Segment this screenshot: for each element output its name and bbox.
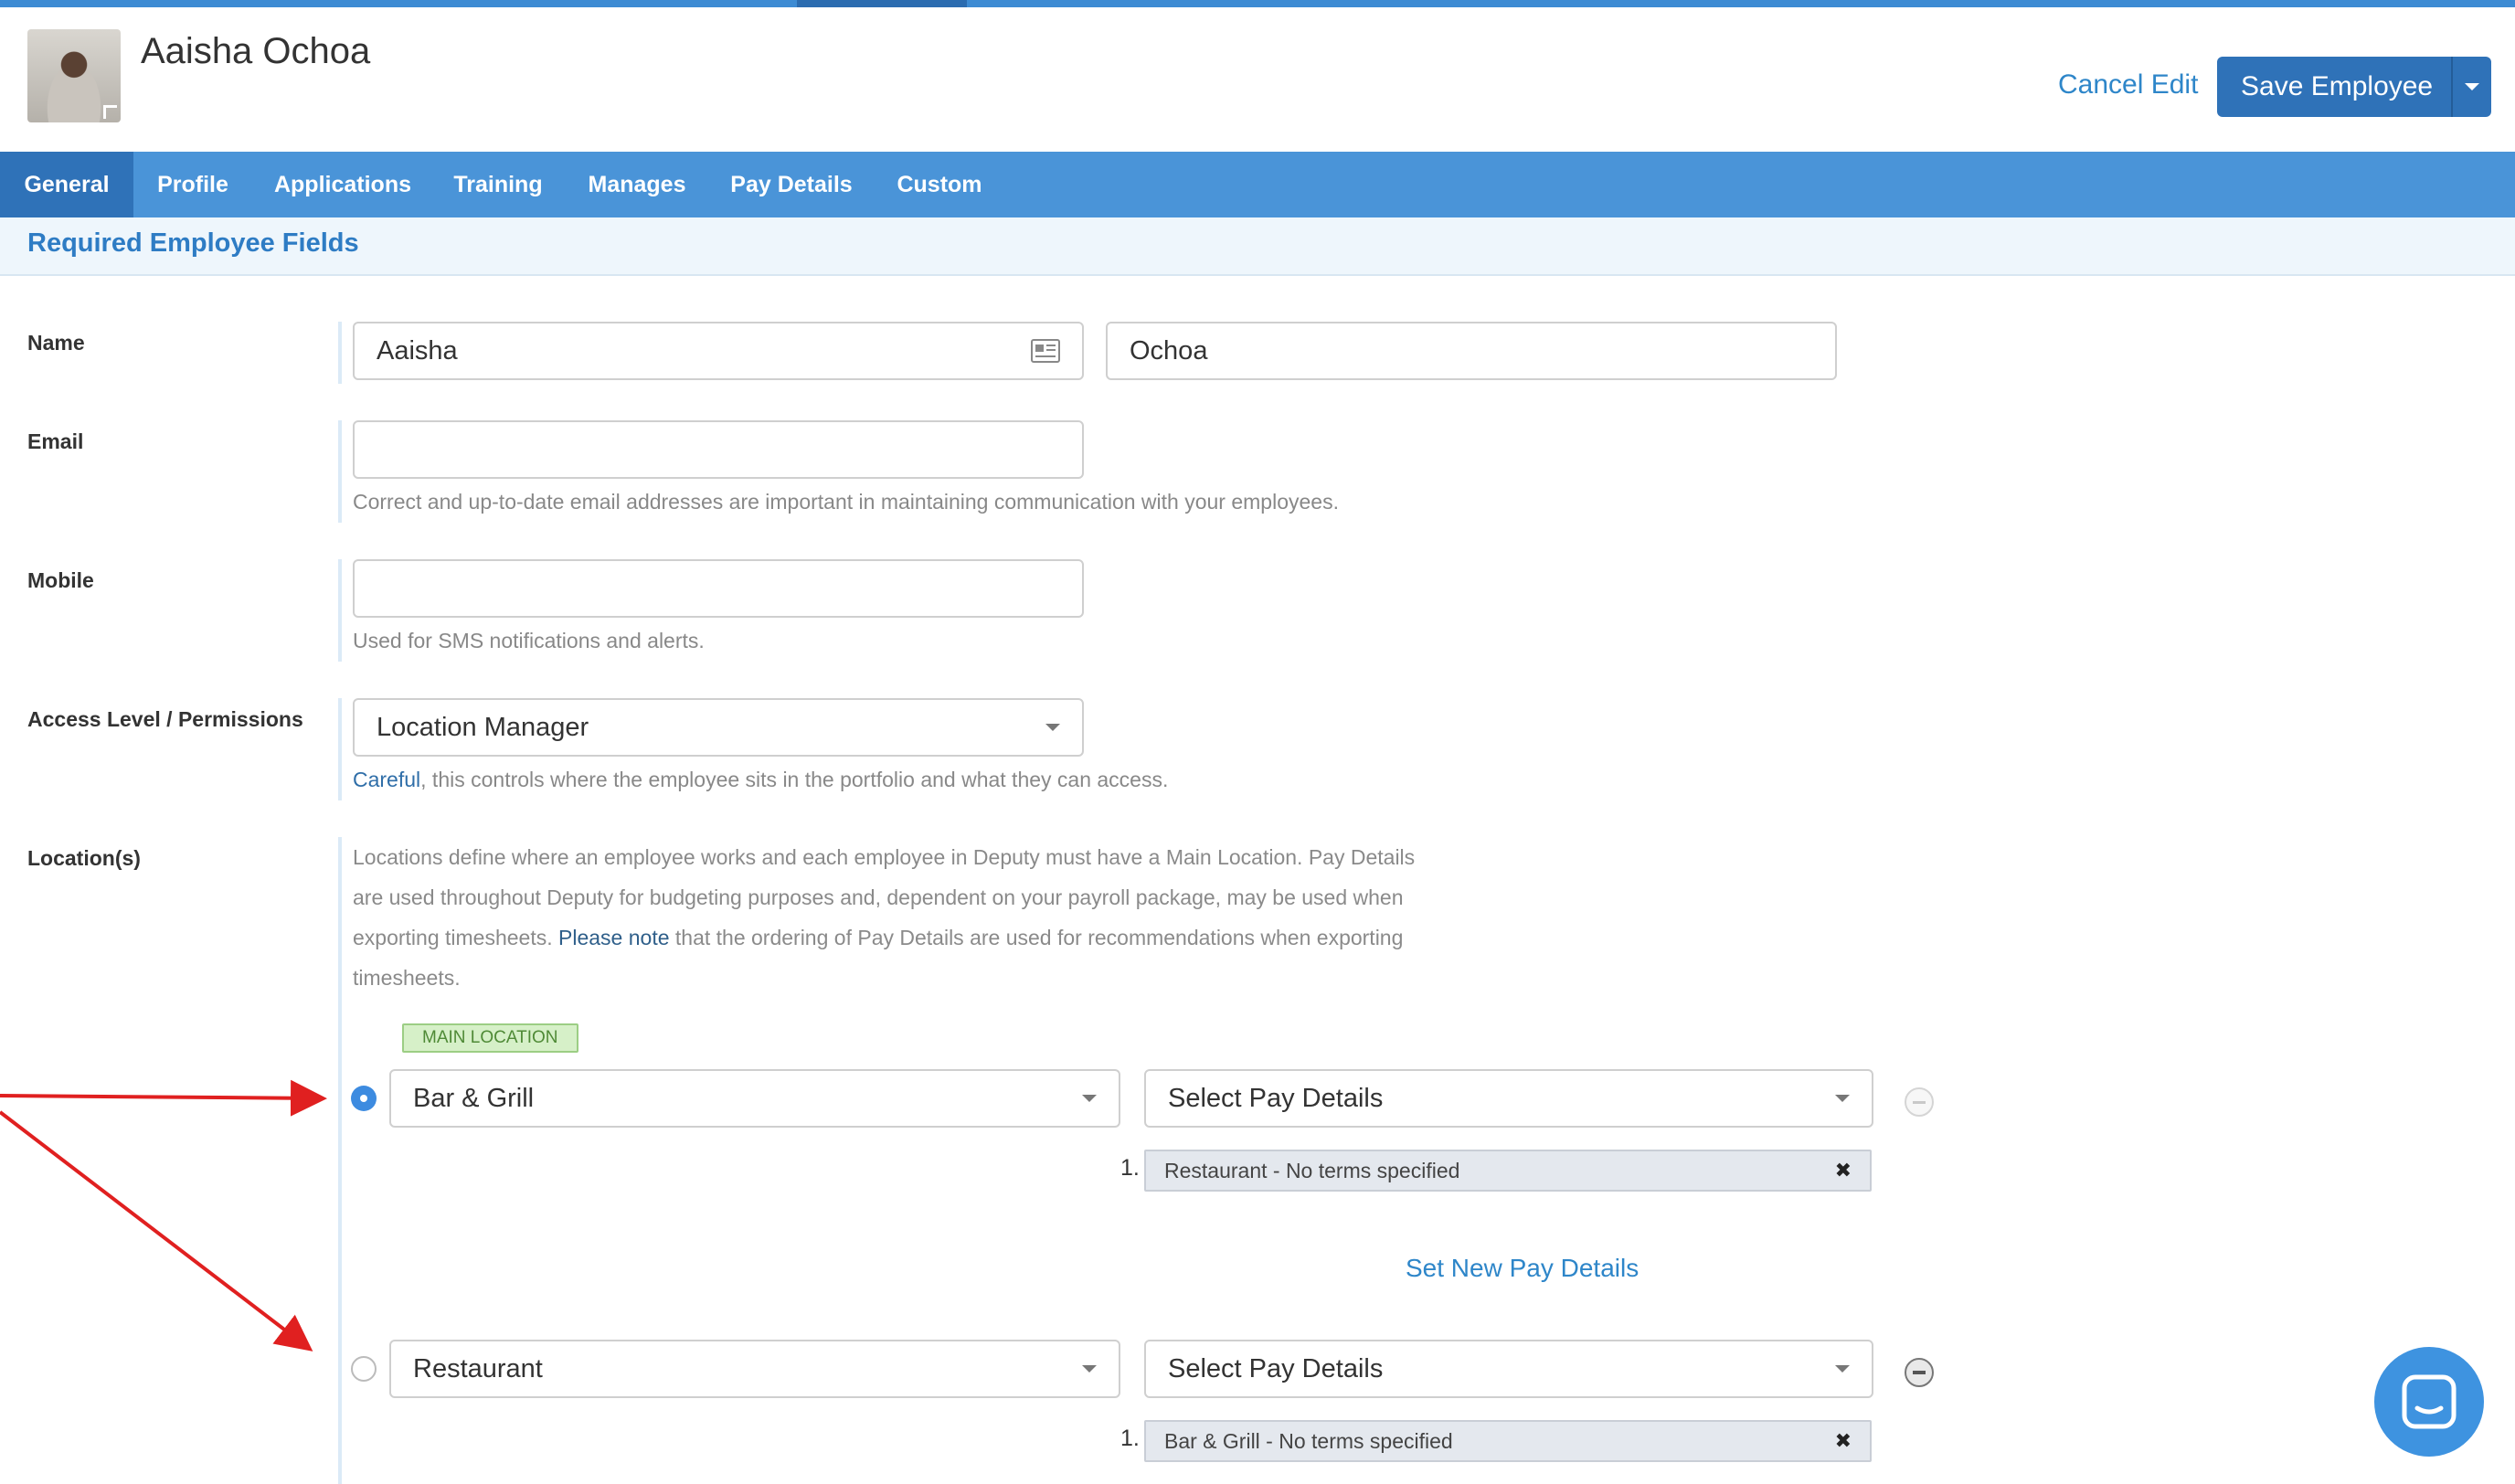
mobile-field[interactable] xyxy=(353,559,1084,618)
section-header xyxy=(0,217,2515,276)
section-title: Required Employee Fields xyxy=(27,228,359,258)
main-location-badge: MAIN LOCATION xyxy=(402,1023,578,1053)
remove-icon xyxy=(1913,1371,1926,1374)
first-name-value: Aaisha xyxy=(377,335,458,366)
tab-custom[interactable]: Custom xyxy=(872,152,1007,217)
tab-pay-details[interactable]: Pay Details xyxy=(711,152,872,217)
remove-icon xyxy=(1913,1100,1926,1104)
save-employee-button[interactable]: Save Employee xyxy=(2217,57,2491,117)
chevron-down-icon xyxy=(2465,83,2479,90)
chevron-down-icon xyxy=(1082,1365,1097,1373)
set-new-pay-details-link[interactable]: Set New Pay Details xyxy=(1406,1254,1639,1283)
save-options-toggle[interactable] xyxy=(2453,83,2491,90)
pay-details-select[interactable]: Select Pay Details xyxy=(1144,1069,1873,1128)
locations-description: Locations define where an employee works… xyxy=(353,837,1449,998)
mobile-input[interactable] xyxy=(377,572,1060,605)
access-level-label: Access Level / Permissions xyxy=(27,707,303,731)
tab-profile[interactable]: Profile xyxy=(133,152,252,217)
access-level-select[interactable]: Location Manager xyxy=(353,698,1084,757)
chevron-down-icon xyxy=(1082,1095,1097,1102)
annotation-arrows xyxy=(0,1079,327,1352)
chat-icon xyxy=(2402,1374,2457,1429)
close-icon[interactable]: ✖ xyxy=(1835,1159,1852,1182)
locations-label: Location(s) xyxy=(27,846,141,870)
location-select[interactable]: Bar & Grill xyxy=(389,1069,1120,1128)
tab-training[interactable]: Training xyxy=(433,152,563,217)
last-name-input[interactable]: Ochoa xyxy=(1106,322,1837,380)
pay-detail-item: Bar & Grill - No terms specified ✖ xyxy=(1144,1420,1872,1462)
chevron-down-icon xyxy=(1835,1095,1850,1102)
pay-details-placeholder: Select Pay Details xyxy=(1168,1083,1384,1113)
field-guide-line xyxy=(338,559,342,662)
tab-general[interactable]: General xyxy=(0,152,133,217)
field-guide-line xyxy=(338,420,342,523)
field-guide-line xyxy=(338,698,342,800)
email-help-text: Correct and up-to-date email addresses a… xyxy=(353,490,1339,514)
location-select[interactable]: Restaurant xyxy=(389,1340,1120,1398)
first-name-input[interactable]: Aaisha xyxy=(353,322,1084,380)
access-level-help-text: , this controls where the employee sits … xyxy=(420,768,1169,791)
remove-location-button[interactable] xyxy=(1905,1358,1934,1387)
access-level-value: Location Manager xyxy=(377,712,589,742)
pay-detail-item: Restaurant - No terms specified ✖ xyxy=(1144,1150,1872,1192)
mobile-label: Mobile xyxy=(27,568,94,592)
arrow-to-main-location xyxy=(0,1079,327,1117)
pay-detail-text: Bar & Grill - No terms specified xyxy=(1164,1428,1453,1453)
pay-details-placeholder: Select Pay Details xyxy=(1168,1353,1384,1383)
save-employee-label: Save Employee xyxy=(2241,71,2434,101)
pay-details-select[interactable]: Select Pay Details xyxy=(1144,1340,1873,1398)
arrow-to-second-location xyxy=(0,1110,313,1352)
pay-detail-text: Restaurant - No terms specified xyxy=(1164,1158,1460,1182)
cancel-edit-link[interactable]: Cancel Edit xyxy=(2058,69,2198,101)
location-value: Restaurant xyxy=(413,1353,543,1383)
top-accent-indicator xyxy=(797,0,967,7)
avatar[interactable] xyxy=(27,29,121,122)
close-icon[interactable]: ✖ xyxy=(1835,1429,1852,1453)
field-guide-line xyxy=(338,322,342,384)
location-value: Bar & Grill xyxy=(413,1083,535,1113)
tab-manages[interactable]: Manages xyxy=(563,152,711,217)
avatar-edit-corner-icon xyxy=(103,105,117,119)
chevron-down-icon xyxy=(1045,724,1060,731)
remove-location-button[interactable] xyxy=(1905,1087,1934,1117)
email-label: Email xyxy=(27,429,84,453)
email-input[interactable] xyxy=(377,433,1060,466)
access-level-help-emphasis: Careful xyxy=(353,768,421,791)
last-name-value: Ochoa xyxy=(1130,335,1208,366)
contact-card-icon[interactable] xyxy=(1031,339,1060,363)
access-level-help: Careful, this controls where the employe… xyxy=(353,768,1168,792)
email-field[interactable] xyxy=(353,420,1084,479)
employee-name: Aaisha Ochoa xyxy=(141,31,371,71)
chat-widget-button[interactable] xyxy=(2374,1347,2484,1457)
chevron-down-icon xyxy=(1835,1365,1850,1373)
mobile-help-text: Used for SMS notifications and alerts. xyxy=(353,629,705,652)
pay-detail-order: 1. xyxy=(1120,1426,1140,1451)
tab-applications[interactable]: Applications xyxy=(252,152,433,217)
locations-note-emphasis: Please note xyxy=(558,926,670,949)
pay-detail-order: 1. xyxy=(1120,1155,1140,1181)
top-accent-bar xyxy=(0,0,2515,7)
name-label: Name xyxy=(27,331,85,355)
